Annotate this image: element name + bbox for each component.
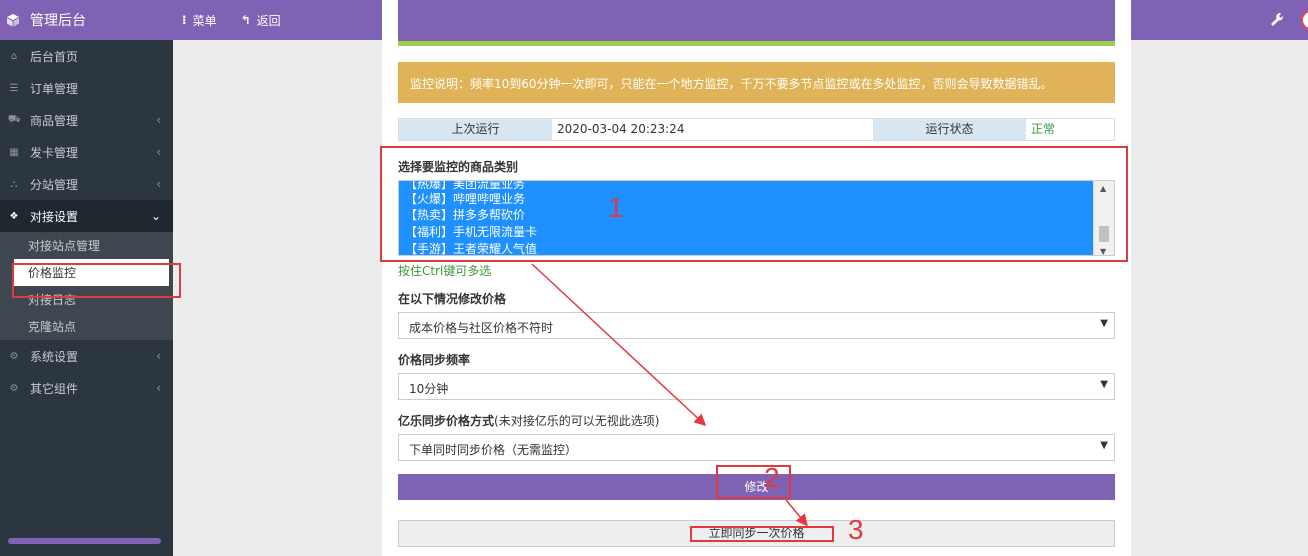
sidebar: ⌂ 后台首页 ☰ 订单管理 ⛟ 商品管理 ‹ ▦ 发卡管理 ‹ ⛬ 分站管理 ‹ ❖ 对接设置 ⌄ …: [0, 40, 173, 556]
sidebar-item-home[interactable]: ⌂ 后台首页: [0, 40, 173, 72]
condition-label: 在以下情况修改价格: [398, 292, 507, 306]
modify-button[interactable]: 修改: [398, 474, 1115, 500]
sidebar-item-label: 对接设置: [30, 209, 79, 224]
grid-icon: ▦: [9, 146, 19, 158]
category-multiselect[interactable]: 【热爆】美团流量业务 【火爆】哔哩哔哩业务 【热卖】拼多多帮砍价 【福利】手机无…: [398, 180, 1115, 256]
main-panel: 监控说明：频率10到60分钟一次即可，只能在一个地方监控，千万不要多节点监控或在…: [382, 0, 1131, 556]
frequency-value: 10分钟: [409, 382, 449, 396]
sidebar-item-label: 商品管理: [30, 113, 79, 128]
sub-item-logs[interactable]: 对接日志: [0, 286, 173, 313]
yile-label: 亿乐同步价格方式(未对接亿乐的可以无视此选项): [398, 412, 659, 429]
dropdown-arrow-icon: ▼: [1100, 318, 1108, 329]
scroll-down-icon[interactable]: ▼: [1100, 247, 1106, 255]
list-scrollbar[interactable]: ▲ ▼: [1093, 181, 1114, 255]
category-option[interactable]: 【手游】王者荣耀人气值: [405, 240, 537, 255]
sub-item-sites[interactable]: 对接站点管理: [0, 232, 173, 259]
sidebar-item-label: 发卡管理: [30, 145, 79, 160]
cube-icon: [7, 14, 19, 27]
frequency-select[interactable]: 10分钟 ▼: [398, 373, 1115, 400]
wrench-icon[interactable]: [1270, 12, 1284, 28]
sync-now-button[interactable]: 立即同步一次价格: [398, 520, 1115, 547]
category-option[interactable]: 【热卖】拼多多帮砍价: [405, 206, 525, 223]
sidebar-item-orders[interactable]: ☰ 订单管理: [0, 72, 173, 104]
yile-value: 下单同时同步价格（无需监控）: [409, 443, 578, 457]
category-option[interactable]: 【火爆】哔哩哔哩业务: [405, 190, 525, 207]
gear-icon: ⚙: [9, 350, 19, 362]
yile-select[interactable]: 下单同时同步价格（无需监控） ▼: [398, 434, 1115, 461]
menu-label: 菜单: [192, 13, 217, 28]
brand-title: 管理后台: [30, 13, 86, 29]
sidebar-item-label: 系统设置: [30, 349, 79, 364]
brand[interactable]: 管理后台: [0, 0, 173, 40]
dropdown-arrow-icon: ▼: [1100, 440, 1108, 451]
condition-select[interactable]: 成本价格与社区价格不符时 ▼: [398, 312, 1115, 339]
sidebar-item-products[interactable]: ⛟ 商品管理 ‹: [0, 104, 173, 136]
dropdown-arrow-icon: ▼: [1100, 379, 1108, 390]
cart-icon: ⛟: [8, 113, 21, 125]
last-run-label: 上次运行: [399, 119, 552, 140]
multi-select-hint: 按住Ctrl键可多选: [398, 264, 492, 278]
menu-button[interactable]: ⁝ 菜单: [182, 12, 229, 29]
sitemap-icon: ⛬: [10, 178, 18, 190]
run-status-table: 上次运行 2020-03-04 20:23:24 运行状态 正常: [398, 118, 1115, 141]
back-button[interactable]: ↰ 返回: [241, 12, 293, 29]
sidebar-item-label: 其它组件: [30, 381, 79, 396]
cubes-icon: ❖: [9, 210, 19, 222]
sub-item-clone[interactable]: 克隆站点: [0, 313, 173, 340]
sidebar-item-label: 分站管理: [30, 177, 79, 192]
annotation-number: 2: [764, 462, 780, 493]
category-label: 选择要监控的商品类别: [398, 160, 519, 174]
sidebar-item-substations[interactable]: ⛬ 分站管理 ‹: [0, 168, 173, 200]
sidebar-item-system[interactable]: ⚙ 系统设置 ‹: [0, 340, 173, 372]
chevron-left-icon: ‹: [156, 177, 161, 191]
status-label: 运行状态: [873, 119, 1026, 140]
chevron-left-icon: ‹: [156, 145, 161, 159]
last-run-value: 2020-03-04 20:23:24: [557, 122, 685, 136]
sidebar-item-cards[interactable]: ▦ 发卡管理 ‹: [0, 136, 173, 168]
annotation-number: 3: [848, 514, 864, 545]
sidebar-scrollbar[interactable]: [8, 538, 161, 544]
list-icon: ☰: [9, 82, 19, 94]
chevron-down-icon: ⌄: [150, 209, 161, 223]
condition-value: 成本价格与社区价格不符时: [409, 321, 554, 335]
top-nav: ⁝ 菜单 ↰ 返回: [182, 0, 305, 40]
frequency-label: 价格同步频率: [398, 353, 471, 367]
sidebar-item-label: 订单管理: [30, 81, 79, 96]
docking-submenu: 对接站点管理 价格监控 对接日志 克隆站点: [0, 232, 173, 340]
success-banner: [398, 0, 1115, 46]
status-value: 正常: [1031, 122, 1056, 136]
monitor-notice: 监控说明：频率10到60分钟一次即可，只能在一个地方监控，千万不要多节点监控或在…: [398, 62, 1115, 103]
yile-label-text: 亿乐同步价格方式: [398, 414, 495, 428]
back-arrow-icon: ↰: [240, 13, 251, 27]
sub-item-price-monitor[interactable]: 价格监控: [14, 259, 169, 286]
chevron-left-icon: ‹: [156, 381, 161, 395]
home-icon: ⌂: [10, 50, 18, 62]
scroll-thumb[interactable]: [1099, 226, 1109, 242]
sidebar-item-docking[interactable]: ❖ 对接设置 ⌄: [0, 200, 173, 232]
annotation-number: 1: [608, 192, 624, 223]
gears-icon: ⚙: [9, 382, 19, 394]
chevron-left-icon: ‹: [156, 113, 161, 127]
yile-note: (未对接亿乐的可以无视此选项): [494, 414, 660, 428]
avatar[interactable]: [1301, 10, 1308, 30]
back-label: 返回: [256, 13, 281, 28]
scroll-up-icon[interactable]: ▲: [1100, 184, 1106, 193]
category-option[interactable]: 【福利】手机无限流量卡: [405, 223, 537, 240]
chevron-left-icon: ‹: [156, 349, 161, 363]
menu-dots-icon: ⁝: [182, 13, 187, 27]
sidebar-item-label: 后台首页: [30, 49, 79, 64]
sidebar-item-components[interactable]: ⚙ 其它组件 ‹: [0, 372, 173, 404]
